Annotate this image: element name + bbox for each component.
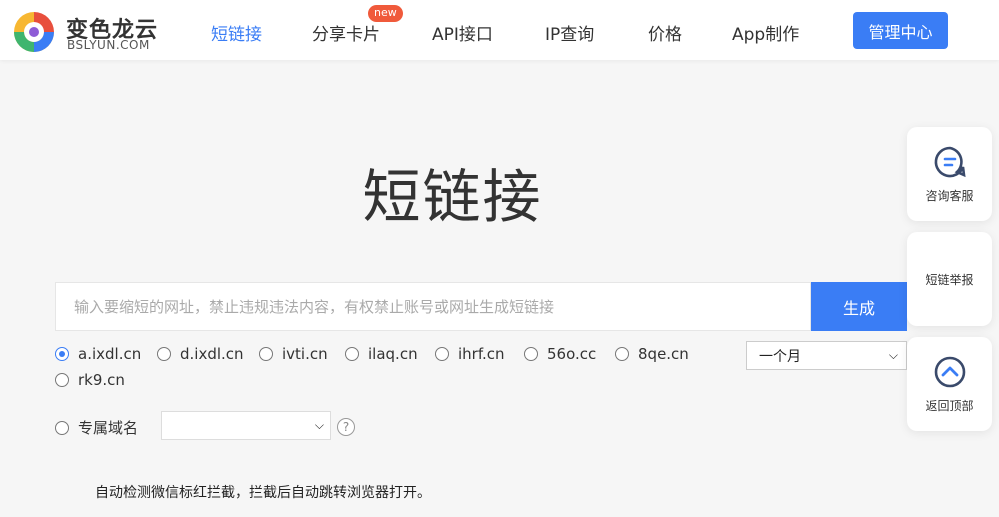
domain-label: ihrf.cn — [458, 345, 505, 363]
radio-circle[interactable] — [55, 420, 69, 435]
domain-radio-a-ixdl[interactable]: a.ixdl.cn — [55, 345, 141, 363]
domain-radio-d-ixdl[interactable]: d.ixdl.cn — [157, 345, 244, 363]
domain-radio-ilaq[interactable]: ilaq.cn — [345, 345, 418, 363]
domain-radio-rk9[interactable]: rk9.cn — [55, 371, 125, 389]
period-selected-value: 一个月 — [759, 348, 801, 365]
custom-domain-select[interactable]: ⌵ — [161, 411, 331, 440]
top-header: 变色龙云 BSLYUN.COM 短链接 分享卡片 new API接口 IP查询 … — [0, 0, 999, 60]
nav-item-short-link[interactable]: 短链接 — [211, 20, 262, 45]
report-link-widget[interactable]: 短链举报 — [907, 232, 992, 326]
nav-item-app-make[interactable]: App制作 — [732, 20, 799, 45]
chat-bubble-icon — [934, 146, 966, 177]
domain-label: a.ixdl.cn — [78, 345, 142, 363]
url-input[interactable] — [55, 282, 811, 331]
domain-radio-8qe[interactable]: 8qe.cn — [615, 345, 689, 363]
back-to-top-widget[interactable]: 返回顶部 — [907, 337, 992, 431]
wechat-detect-note: 自动检测微信标红拦截，拦截后自动跳转浏览器打开。 — [95, 485, 431, 501]
back-to-top-label: 返回顶部 — [925, 398, 974, 413]
domain-radio-ihrf[interactable]: ihrf.cn — [435, 345, 505, 363]
nav-item-ip-query[interactable]: IP查询 — [545, 20, 594, 45]
radio-circle[interactable] — [55, 347, 69, 361]
nav-item-api[interactable]: API接口 — [432, 20, 493, 45]
radio-circle[interactable] — [615, 347, 629, 361]
radio-circle[interactable] — [345, 347, 359, 361]
period-select[interactable]: 一个月 ⌵ — [746, 341, 907, 370]
generate-button[interactable]: 生成 — [811, 282, 907, 331]
radio-circle[interactable] — [435, 347, 449, 361]
nav-item-price[interactable]: 价格 — [648, 20, 682, 45]
domain-radio-ivti[interactable]: ivti.cn — [259, 345, 328, 363]
page-title: 短链接 — [362, 163, 543, 231]
domain-label: ilaq.cn — [368, 345, 418, 363]
chevron-down-icon: ⌵ — [314, 418, 324, 432]
domain-label: ivti.cn — [282, 345, 328, 363]
admin-center-button[interactable]: 管理中心 — [853, 12, 948, 49]
domain-label: rk9.cn — [78, 371, 125, 389]
help-icon[interactable]: ? — [337, 418, 355, 436]
domain-radio-56o[interactable]: 56o.cc — [524, 345, 596, 363]
radio-circle[interactable] — [55, 373, 69, 387]
consult-service-label: 咨询客服 — [925, 188, 974, 203]
domain-label: 8qe.cn — [638, 345, 689, 363]
domain-label: 56o.cc — [547, 345, 597, 363]
new-badge: new — [368, 5, 403, 22]
custom-domain-radio[interactable]: 专属域名 — [55, 417, 138, 438]
main-nav: 短链接 分享卡片 new API接口 IP查询 价格 App制作 — [0, 0, 999, 60]
radio-circle[interactable] — [259, 347, 273, 361]
radio-circle[interactable] — [524, 347, 538, 361]
back-to-top-icon — [934, 356, 965, 387]
consult-service-widget[interactable]: 咨询客服 — [907, 127, 992, 221]
domain-label: d.ixdl.cn — [180, 345, 244, 363]
nav-item-share-card[interactable]: 分享卡片 — [312, 20, 380, 45]
report-link-label: 短链举报 — [925, 272, 974, 287]
custom-domain-label: 专属域名 — [78, 419, 139, 437]
chevron-down-icon: ⌵ — [888, 348, 898, 362]
radio-circle[interactable] — [157, 347, 171, 361]
